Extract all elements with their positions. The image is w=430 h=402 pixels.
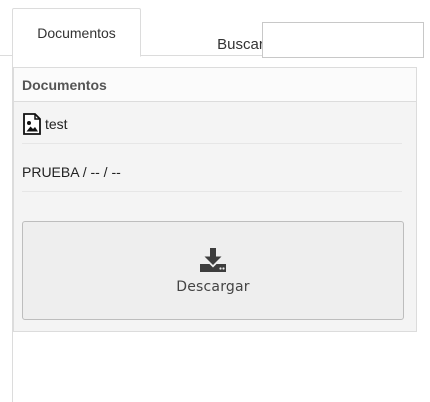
download-button-label: Descargar [176,278,250,295]
tab-documentos-label: Documentos [37,24,116,41]
search-label: Buscar: [217,36,268,53]
document-file-row: test [22,104,402,144]
search-input[interactable] [262,22,424,58]
image-file-icon [22,112,42,135]
document-description: PRUEBA / -- / -- [22,152,402,192]
document-file-link[interactable]: test [45,116,68,132]
documents-box: Documentos test PRUEBA / -- / -- Descarg… [13,67,417,332]
download-button[interactable]: Descargar [22,221,404,320]
download-icon [199,247,227,273]
tab-divider-left [0,55,12,56]
document-panel-page: Documentos Buscar: Documentos test PRUEB… [0,0,430,402]
tab-documentos[interactable]: Documentos [12,8,141,57]
documents-header: Documentos [14,68,416,102]
